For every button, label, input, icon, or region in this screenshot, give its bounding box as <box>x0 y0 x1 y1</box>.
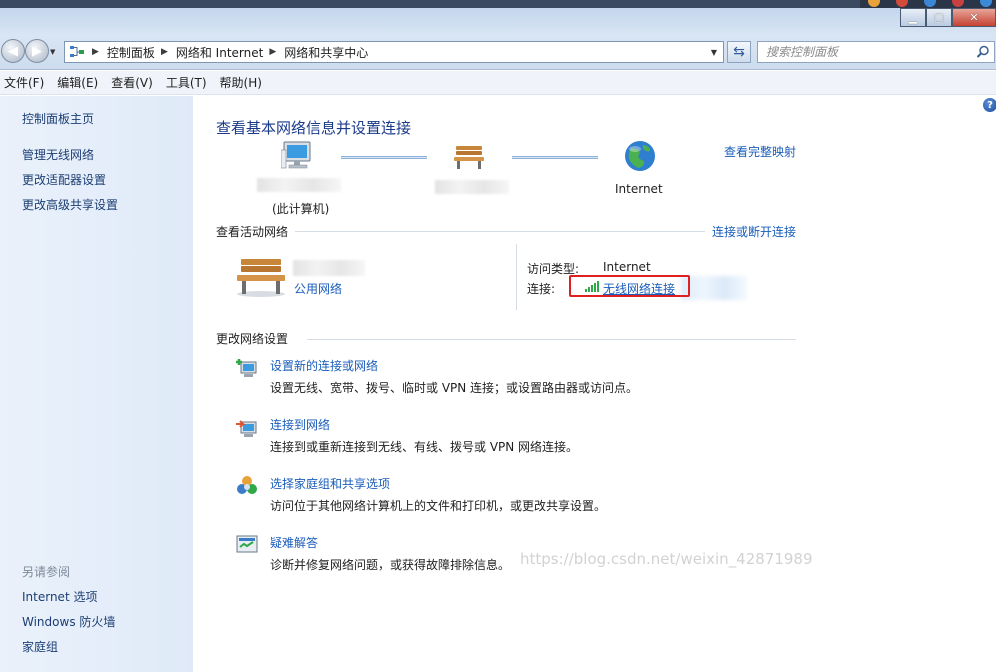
main-content: ? 查看基本网络信息并设置连接 查看完整映射 (此计算机) Internet 查… <box>193 96 996 672</box>
close-button[interactable]: ✕ <box>952 8 996 27</box>
menu-file[interactable]: 文件(F) <box>0 74 51 91</box>
network-name-redacted <box>435 180 509 194</box>
menu-bar: 文件(F) 编辑(E) 查看(V) 工具(T) 帮助(H) <box>0 71 996 95</box>
change-settings-heading: 更改网络设置 <box>216 332 289 346</box>
active-network-name-redacted <box>293 260 365 276</box>
breadcrumb-separator[interactable]: ▶ <box>161 47 168 57</box>
breadcrumb-separator[interactable]: ▶ <box>92 47 99 57</box>
menu-help[interactable]: 帮助(H) <box>216 74 269 91</box>
task-troubleshoot-link[interactable]: 疑难解答 <box>270 534 318 551</box>
search-input[interactable] <box>758 42 968 62</box>
troubleshoot-icon[interactable] <box>235 533 259 557</box>
active-network-heading: 查看活动网络 <box>216 225 289 239</box>
watermark-text: https://blog.csdn.net/weixin_42871989 <box>520 550 813 568</box>
task-troubleshoot-desc: 诊断并修复网络问题，或获得故障排除信息。 <box>270 558 511 572</box>
view-full-map-link[interactable]: 查看完整映射 <box>724 143 796 160</box>
breadcrumb-separator[interactable]: ▶ <box>269 47 276 57</box>
sidebar-item-control-panel-home[interactable]: 控制面板主页 <box>22 110 94 127</box>
taskbar-app-icon[interactable] <box>896 0 908 7</box>
task-homegroup-desc: 访问位于其他网络计算机上的文件和打印机，或更改共享设置。 <box>270 499 607 513</box>
network-bench-icon[interactable] <box>453 144 485 173</box>
internet-label: Internet <box>615 182 663 196</box>
public-network-bench-icon <box>235 256 287 301</box>
taskbar-strip <box>860 0 996 8</box>
task-setup-connection-desc: 设置无线、宽带、拨号、临时或 VPN 连接；或设置路由器或访问点。 <box>270 381 639 395</box>
section-divider <box>307 339 796 340</box>
connect-to-network-icon[interactable] <box>235 416 259 440</box>
breadcrumb-network-sharing-center[interactable]: 网络和共享中心 <box>284 44 368 61</box>
search-box[interactable] <box>757 41 995 63</box>
help-icon[interactable]: ? <box>983 98 996 112</box>
task-connect-network-desc: 连接到或重新连接到无线、有线、拨号或 VPN 网络连接。 <box>270 440 579 454</box>
sidebar-item-advanced-sharing[interactable]: 更改高级共享设置 <box>22 196 118 213</box>
task-homegroup-link[interactable]: 选择家庭组和共享选项 <box>270 475 390 492</box>
menu-tools[interactable]: 工具(T) <box>162 74 214 91</box>
back-arrow-icon: ◀ <box>8 43 18 59</box>
minimize-icon: ▁ <box>908 11 918 24</box>
sidebar: 控制面板主页 管理无线网络 更改适配器设置 更改高级共享设置 另请参阅 Inte… <box>0 96 193 672</box>
maximize-button[interactable]: ▢ <box>926 8 952 27</box>
address-history-dropdown[interactable]: ▼ <box>707 44 721 60</box>
refresh-button[interactable]: ⇆ <box>727 41 751 63</box>
network-type-link[interactable]: 公用网络 <box>294 280 342 297</box>
address-bar[interactable]: ▶ 控制面板 ▶ 网络和 Internet ▶ 网络和共享中心 ▼ <box>64 41 724 63</box>
forward-arrow-icon: ▶ <box>32 43 42 59</box>
access-type-value: Internet <box>603 260 651 274</box>
computer-icon[interactable] <box>280 140 317 175</box>
menu-view[interactable]: 查看(V) <box>107 74 160 91</box>
computer-name-redacted <box>257 178 341 192</box>
map-connection-line <box>341 156 427 159</box>
homegroup-sharing-icon[interactable] <box>235 474 259 498</box>
task-setup-connection-link[interactable]: 设置新的连接或网络 <box>270 357 378 374</box>
navigation-bar: ◀ ▶ ▼ ▶ 控制面板 ▶ 网络和 Internet ▶ 网络和共享中心 ▼ … <box>0 34 996 70</box>
search-icon[interactable] <box>976 45 990 59</box>
breadcrumb-control-panel[interactable]: 控制面板 <box>107 44 155 61</box>
page-title: 查看基本网络信息并设置连接 <box>216 119 412 137</box>
section-divider <box>295 231 705 232</box>
connection-name-redacted <box>681 276 747 300</box>
map-connection-line <box>512 156 598 159</box>
taskbar-app-icon[interactable] <box>924 0 936 7</box>
see-also-homegroup[interactable]: 家庭组 <box>22 638 58 655</box>
sidebar-item-change-adapter[interactable]: 更改适配器设置 <box>22 171 106 188</box>
close-icon: ✕ <box>969 11 979 24</box>
window-title-bar: ▁ ▢ ✕ <box>0 0 996 34</box>
connection-label: 连接: <box>527 282 556 296</box>
see-also-heading: 另请参阅 <box>22 565 71 579</box>
sidebar-item-manage-wireless[interactable]: 管理无线网络 <box>22 146 94 163</box>
highlight-box <box>569 275 690 297</box>
connect-disconnect-link[interactable]: 连接或断开连接 <box>712 223 796 240</box>
menu-edit[interactable]: 编辑(E) <box>53 74 105 91</box>
recent-pages-dropdown[interactable]: ▼ <box>50 48 55 56</box>
breadcrumb-network-internet[interactable]: 网络和 Internet <box>176 44 263 61</box>
new-connection-icon[interactable] <box>235 356 259 380</box>
see-also-internet-options[interactable]: Internet 选项 <box>22 588 97 605</box>
this-computer-label: (此计算机) <box>272 202 330 216</box>
taskbar-app-icon[interactable] <box>952 0 964 7</box>
taskbar-app-icon[interactable] <box>868 0 880 7</box>
control-panel-icon <box>68 44 86 60</box>
forward-button[interactable]: ▶ <box>25 39 49 63</box>
refresh-icon: ⇆ <box>733 44 745 60</box>
globe-icon[interactable] <box>624 140 656 175</box>
maximize-icon: ▢ <box>933 11 945 24</box>
minimize-button[interactable]: ▁ <box>900 8 926 27</box>
back-button[interactable]: ◀ <box>1 39 25 63</box>
task-connect-network-link[interactable]: 连接到网络 <box>270 416 330 433</box>
taskbar-app-icon[interactable] <box>980 0 992 7</box>
vertical-divider <box>516 244 517 310</box>
see-also-windows-firewall[interactable]: Windows 防火墙 <box>22 613 115 630</box>
